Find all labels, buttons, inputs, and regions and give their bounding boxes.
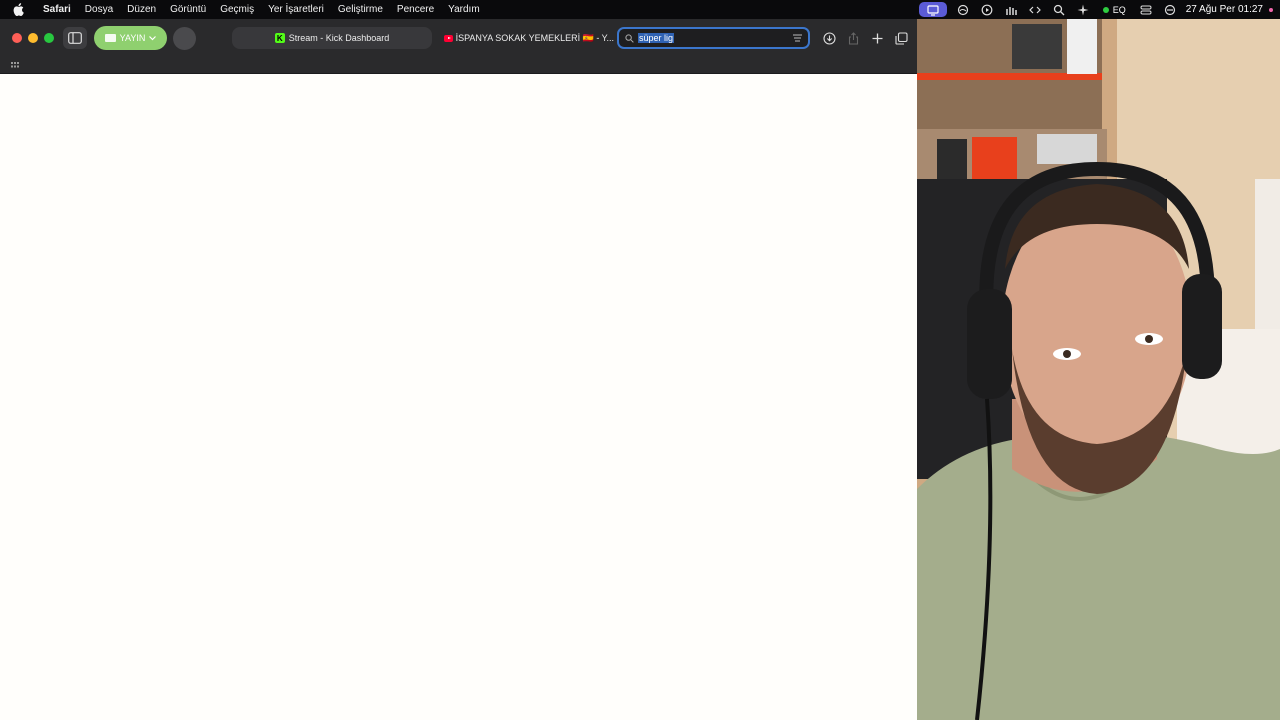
zoom-window-button[interactable]	[44, 33, 54, 43]
profile-icon	[104, 34, 116, 42]
safari-toolbar: YAYIN K Stream - Kick Dashboard İSPANYA …	[0, 19, 917, 57]
webcam-feed	[917, 19, 1280, 720]
profile-button[interactable]: YAYIN	[94, 26, 167, 50]
status-area: EQ 27 Ağu Per 01:27	[918, 0, 1280, 19]
chevron-down-icon	[149, 35, 157, 40]
profile-label: YAYIN	[119, 33, 146, 43]
youtube-icon	[444, 34, 453, 42]
new-tab-icon[interactable]	[869, 30, 885, 46]
favorites-grid-icon[interactable]	[10, 60, 20, 70]
search-icon[interactable]	[1047, 0, 1071, 19]
share-icon[interactable]	[845, 30, 861, 46]
tab-title: Stream - Kick Dashboard	[288, 33, 390, 43]
kick-icon: K	[274, 33, 285, 43]
menu-help[interactable]: Yardım	[441, 4, 487, 15]
screen-share-icon[interactable]	[918, 2, 947, 17]
menu-view[interactable]: Görüntü	[163, 4, 213, 15]
radio-tower-icon[interactable]	[999, 0, 1023, 19]
menu-window[interactable]: Pencere	[390, 4, 441, 15]
close-window-button[interactable]	[12, 33, 22, 43]
reader-menu-icon[interactable]	[793, 34, 802, 42]
minimize-window-button[interactable]	[28, 33, 38, 43]
downloads-icon[interactable]	[821, 30, 837, 46]
code-brackets-icon[interactable]	[1023, 0, 1047, 19]
tab-title: İSPANYA SOKAK YEMEKLERİ 🇪🇸 - Y...	[455, 32, 614, 43]
menu-edit[interactable]: Düzen	[120, 4, 163, 15]
menu-bar: Safari Dosya Düzen Görüntü Geçmiş Yer İş…	[0, 0, 1280, 19]
cloud-icon[interactable]	[951, 0, 975, 19]
address-bar[interactable]: süper lig	[617, 27, 810, 49]
eq-status[interactable]: EQ	[1095, 5, 1134, 15]
address-input-value[interactable]: süper lig	[638, 33, 675, 43]
safari-window: YAYIN K Stream - Kick Dashboard İSPANYA …	[0, 19, 917, 720]
sidebar-toggle-button[interactable]	[63, 27, 87, 49]
recording-indicator-icon	[1269, 7, 1273, 12]
sidebar-icon	[68, 32, 82, 44]
play-circle-icon[interactable]	[975, 0, 999, 19]
do-not-disturb-icon[interactable]	[1158, 0, 1182, 19]
search-icon	[625, 33, 634, 43]
menu-bookmarks[interactable]: Yer İşaretleri	[261, 4, 331, 15]
eq-label: EQ	[1112, 4, 1126, 15]
menu-app-name[interactable]: Safari	[36, 4, 78, 15]
control-center-icon[interactable]	[1134, 0, 1158, 19]
tab-youtube-video[interactable]: İSPANYA SOKAK YEMEKLERİ 🇪🇸 - Y...	[436, 27, 614, 49]
tab-kick-dashboard[interactable]: K Stream - Kick Dashboard	[232, 27, 432, 49]
sparkle-icon[interactable]	[1071, 0, 1095, 19]
webcam-image	[917, 19, 1280, 720]
menu-history[interactable]: Geçmiş	[213, 4, 261, 15]
extension-button[interactable]	[173, 27, 196, 50]
tab-overview-icon[interactable]	[893, 30, 909, 46]
favorites-bar	[0, 57, 917, 74]
eq-dot-icon	[1102, 6, 1109, 13]
menu-file[interactable]: Dosya	[78, 4, 120, 15]
menubar-clock[interactable]: 27 Ağu Per 01:27	[1182, 4, 1269, 15]
apple-logo-icon[interactable]	[0, 3, 36, 16]
menu-develop[interactable]: Geliştirme	[331, 4, 390, 15]
blank-page-content[interactable]	[0, 74, 917, 720]
